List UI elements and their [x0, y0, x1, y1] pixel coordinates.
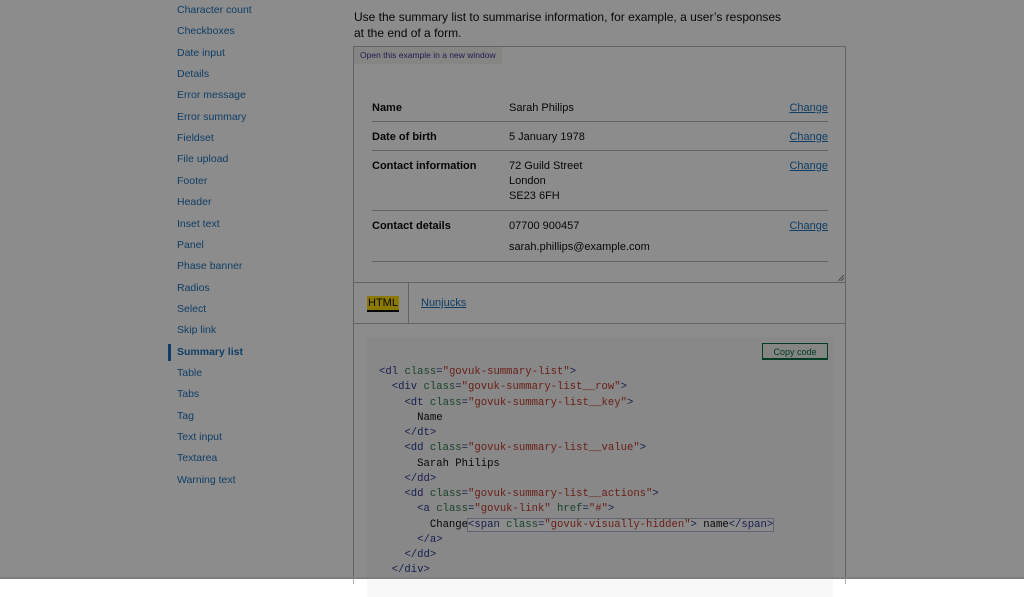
sidebar-item-textarea[interactable]: Textarea: [177, 452, 217, 465]
value-line: 5 January 1978: [509, 131, 585, 143]
code-listing: <dl class="govuk-summary-list"> <div cla…: [379, 366, 775, 577]
intro-text: Use the summary list to summarise inform…: [354, 10, 782, 40]
page: Character count Checkboxes Date input Detai…: [0, 0, 1024, 597]
sidebar-item-warning-text[interactable]: Warning text: [177, 474, 236, 487]
example-frame: Open this example in a new window Name Sa…: [353, 46, 846, 283]
sidebar-item-checkboxes[interactable]: Checkboxes: [177, 25, 235, 38]
sidebar-item-tabs[interactable]: Tabs: [177, 388, 199, 401]
code-tabs: HTML Nunjucks: [353, 283, 846, 324]
sidebar-item-tag[interactable]: Tag: [177, 410, 194, 423]
code-block: Copy code <dl class="govuk-summary-list"…: [367, 337, 833, 597]
summary-list-key: Contact information: [372, 160, 477, 172]
sidebar-item-summary-list[interactable]: Summary list: [177, 346, 243, 359]
sidebar-item-details[interactable]: Details: [177, 68, 209, 81]
resize-grip-icon[interactable]: [838, 275, 844, 281]
value-line: SE23 6FH: [509, 190, 560, 202]
sidebar-item-select[interactable]: Select: [177, 303, 206, 316]
summary-list: Name Sarah Philips Change Date of birth 5 Ja…: [372, 93, 828, 262]
sidebar-item-error-summary[interactable]: Error summary: [177, 111, 246, 124]
sidebar-item-fieldset[interactable]: Fieldset: [177, 132, 214, 145]
value-line: 07700 900457: [509, 220, 580, 232]
sidebar-item-footer[interactable]: Footer: [177, 175, 207, 188]
sidebar-item-header[interactable]: Header: [177, 196, 211, 209]
tab-nunjucks[interactable]: Nunjucks: [421, 297, 466, 309]
sidebar-item-file-upload[interactable]: File upload: [177, 153, 228, 166]
value-line: sarah.phillips@example.com: [509, 241, 650, 253]
sidebar-item-inset-text[interactable]: Inset text: [177, 218, 220, 231]
summary-list-row: Contact information 72 Guild Street London…: [372, 151, 828, 211]
sidebar-item-phase-banner[interactable]: Phase banner: [177, 260, 242, 273]
summary-list-row: Name Sarah Philips Change: [372, 93, 828, 122]
change-link[interactable]: Change: [789, 102, 828, 114]
open-example-link[interactable]: Open this example in a new window: [354, 47, 502, 64]
selected-code: <span class="govuk-visually-hidden"> nam…: [467, 517, 775, 532]
copy-code-button[interactable]: Copy code: [762, 343, 828, 360]
summary-list-key: Name: [372, 102, 402, 114]
summary-list-key: Date of birth: [372, 131, 437, 143]
summary-list-value: 5 January 1978: [509, 130, 585, 145]
summary-list-row: Date of birth 5 January 1978 Change: [372, 122, 828, 151]
value-line: Sarah Philips: [509, 102, 574, 114]
sidebar-item-panel[interactable]: Panel: [177, 239, 204, 252]
summary-list-key: Contact details: [372, 220, 451, 232]
summary-list-row: Contact details 07700 900457 sarah.phillip…: [372, 211, 828, 262]
sidebar-item-error-message[interactable]: Error message: [177, 89, 246, 102]
change-link[interactable]: Change: [789, 220, 828, 232]
change-link[interactable]: Change: [789, 160, 828, 172]
value-line: 72 Guild Street: [509, 160, 583, 172]
value-line: London: [509, 175, 546, 187]
sidebar-item-radios[interactable]: Radios: [177, 282, 210, 295]
summary-list-value: 07700 900457 sarah.phillips@example.com: [509, 219, 650, 255]
sidebar-item-skip-link[interactable]: Skip link: [177, 324, 216, 337]
sidebar-item-text-input[interactable]: Text input: [177, 431, 222, 444]
sidebar-item-table[interactable]: Table: [177, 367, 202, 380]
sidebar-item-character-count[interactable]: Character count: [177, 4, 252, 17]
tab-divider: [408, 283, 409, 324]
active-indicator: [168, 343, 171, 361]
tab-html[interactable]: HTML: [367, 296, 399, 312]
summary-list-value: 72 Guild Street London SE23 6FH: [509, 159, 582, 204]
summary-list-value: Sarah Philips: [509, 101, 574, 116]
change-link[interactable]: Change: [789, 131, 828, 143]
code-panel: Copy code <dl class="govuk-summary-list"…: [353, 324, 846, 597]
sidebar-item-date-input[interactable]: Date input: [177, 47, 225, 60]
